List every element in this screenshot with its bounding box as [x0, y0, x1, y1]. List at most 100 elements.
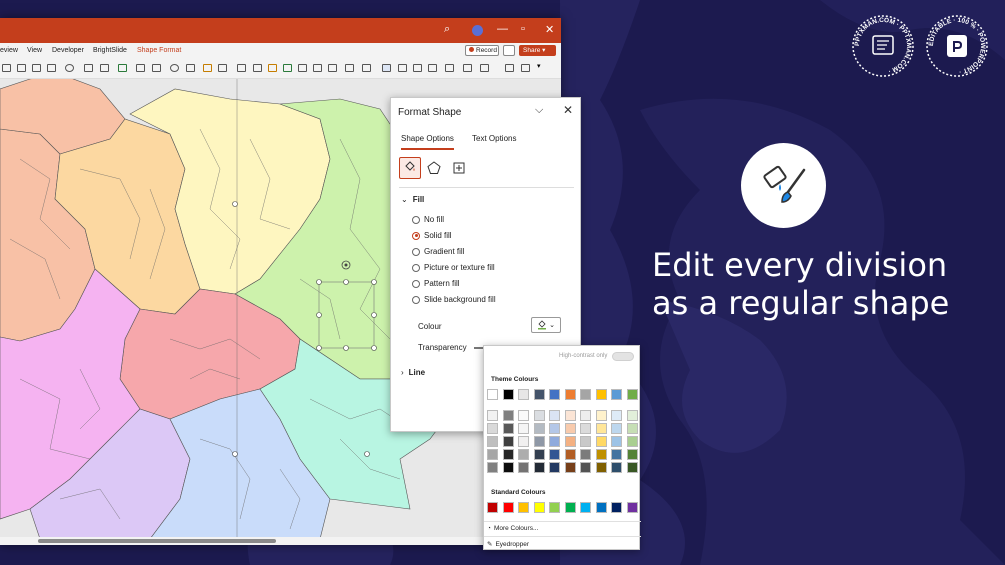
resize-handle[interactable]: [371, 345, 377, 351]
more-tools-icon[interactable]: ▾: [537, 62, 546, 70]
theme-colour-swatch[interactable]: [611, 462, 622, 473]
ribbon-tool-icon[interactable]: [463, 64, 472, 72]
theme-colour-swatch[interactable]: [518, 410, 529, 421]
fill-option-3[interactable]: Picture or texture fill: [412, 263, 495, 272]
tab-view[interactable]: View: [27, 47, 42, 54]
record-button[interactable]: Record: [465, 45, 499, 56]
tab-shape-options[interactable]: Shape Options: [401, 134, 454, 150]
tab-review[interactable]: eview: [0, 47, 18, 54]
more-colours-item[interactable]: ◔ More Colours...: [487, 525, 538, 532]
standard-colour-swatch[interactable]: [502, 502, 514, 513]
ribbon-tool-icon[interactable]: [47, 64, 56, 72]
avatar[interactable]: [472, 25, 483, 36]
theme-colour-swatch[interactable]: [533, 462, 545, 473]
standard-colour-swatch[interactable]: [595, 502, 607, 513]
eyedropper-item[interactable]: ✎ Eyedropper: [487, 540, 529, 549]
ribbon-tool-icon[interactable]: [186, 64, 195, 72]
ribbon-tool-icon[interactable]: [445, 64, 454, 72]
resize-handle[interactable]: [371, 312, 377, 318]
theme-colour-swatch[interactable]: [533, 410, 545, 421]
theme-colour-swatch[interactable]: [595, 423, 607, 434]
size-properties-icon[interactable]: [448, 157, 470, 179]
theme-colour-swatch[interactable]: [549, 462, 560, 473]
theme-colour-swatch[interactable]: [626, 449, 638, 460]
theme-colour-swatch[interactable]: [518, 436, 529, 447]
fill-line-icon[interactable]: [399, 157, 421, 179]
resize-handle[interactable]: [371, 279, 377, 285]
effects-pentagon-icon[interactable]: [423, 157, 445, 179]
theme-colour-swatch[interactable]: [580, 462, 591, 473]
theme-colour-swatch[interactable]: [611, 423, 622, 434]
ribbon-tool-icon[interactable]: [237, 64, 246, 72]
theme-colour-swatch[interactable]: [564, 436, 576, 447]
theme-colour-swatch[interactable]: [518, 389, 529, 400]
resize-handle[interactable]: [316, 345, 322, 351]
high-contrast-toggle[interactable]: [612, 352, 634, 361]
ribbon-tool-icon[interactable]: [17, 64, 26, 72]
close-window-icon[interactable]: ✕: [545, 23, 554, 36]
ribbon-tool-icon[interactable]: [268, 64, 277, 72]
theme-colour-swatch[interactable]: [564, 423, 576, 434]
tab-text-options[interactable]: Text Options: [472, 134, 516, 143]
ribbon-tool-icon[interactable]: [313, 64, 322, 72]
ribbon-tool-icon[interactable]: [398, 64, 407, 72]
tab-developer[interactable]: Developer: [52, 47, 84, 54]
resize-handle[interactable]: [343, 279, 349, 285]
theme-colour-swatch[interactable]: [626, 462, 638, 473]
theme-colour-swatch[interactable]: [611, 410, 622, 421]
group-handle[interactable]: [232, 201, 238, 207]
ribbon-tool-icon[interactable]: [480, 64, 489, 72]
ribbon-tool-icon[interactable]: [84, 64, 93, 72]
resize-handle[interactable]: [343, 345, 349, 351]
theme-colour-swatch[interactable]: [487, 389, 498, 400]
theme-colour-swatch[interactable]: [580, 449, 591, 460]
ribbon-tool-icon[interactable]: [413, 64, 422, 72]
tab-shape-format[interactable]: Shape Format: [137, 47, 181, 54]
ribbon-tool-icon[interactable]: [283, 64, 292, 72]
ribbon-tool-icon[interactable]: [152, 64, 161, 72]
theme-colour-swatch[interactable]: [518, 449, 529, 460]
theme-colour-swatch[interactable]: [595, 410, 607, 421]
theme-colour-swatch[interactable]: [549, 449, 560, 460]
radio-button[interactable]: [412, 295, 420, 304]
fill-option-0[interactable]: No fill: [412, 215, 444, 224]
theme-colour-swatch[interactable]: [487, 462, 498, 473]
standard-colour-swatch[interactable]: [611, 502, 622, 513]
resize-handle[interactable]: [316, 312, 322, 318]
theme-colour-swatch[interactable]: [564, 462, 576, 473]
minimize-icon[interactable]: —: [497, 23, 508, 35]
theme-colour-swatch[interactable]: [549, 410, 560, 421]
theme-colour-swatch[interactable]: [549, 436, 560, 447]
standard-colour-swatch[interactable]: [518, 502, 529, 513]
theme-colour-swatch[interactable]: [502, 436, 514, 447]
group-handle[interactable]: [232, 451, 238, 457]
theme-colour-swatch[interactable]: [595, 436, 607, 447]
scrollbar-thumb[interactable]: [38, 539, 276, 543]
theme-colour-swatch[interactable]: [626, 389, 638, 400]
theme-colour-swatch[interactable]: [502, 410, 514, 421]
ribbon-tool-icon[interactable]: [118, 64, 127, 72]
theme-colour-swatch[interactable]: [595, 389, 607, 400]
standard-colour-swatch[interactable]: [626, 502, 638, 513]
ribbon-tool-icon[interactable]: [328, 64, 337, 72]
theme-colour-swatch[interactable]: [533, 449, 545, 460]
theme-colour-swatch[interactable]: [502, 389, 514, 400]
ribbon-tool-icon[interactable]: [65, 64, 74, 72]
ribbon-tool-icon[interactable]: [170, 64, 179, 72]
ribbon-tool-icon[interactable]: [298, 64, 307, 72]
fill-option-5[interactable]: Slide background fill: [412, 295, 496, 304]
theme-colour-swatch[interactable]: [626, 436, 638, 447]
standard-colour-swatch[interactable]: [580, 502, 591, 513]
ribbon-tool-icon[interactable]: [521, 64, 530, 72]
theme-colour-swatch[interactable]: [549, 389, 560, 400]
standard-colour-swatch[interactable]: [564, 502, 576, 513]
theme-colour-swatch[interactable]: [487, 449, 498, 460]
resize-handle[interactable]: [316, 279, 322, 285]
ribbon-tool-icon[interactable]: [2, 64, 11, 72]
theme-colour-swatch[interactable]: [518, 423, 529, 434]
theme-colour-swatch[interactable]: [564, 410, 576, 421]
lock-icon[interactable]: [136, 64, 145, 72]
fill-section-header[interactable]: ⌄ Fill: [401, 195, 424, 204]
theme-colour-swatch[interactable]: [595, 462, 607, 473]
theme-colour-swatch[interactable]: [564, 389, 576, 400]
